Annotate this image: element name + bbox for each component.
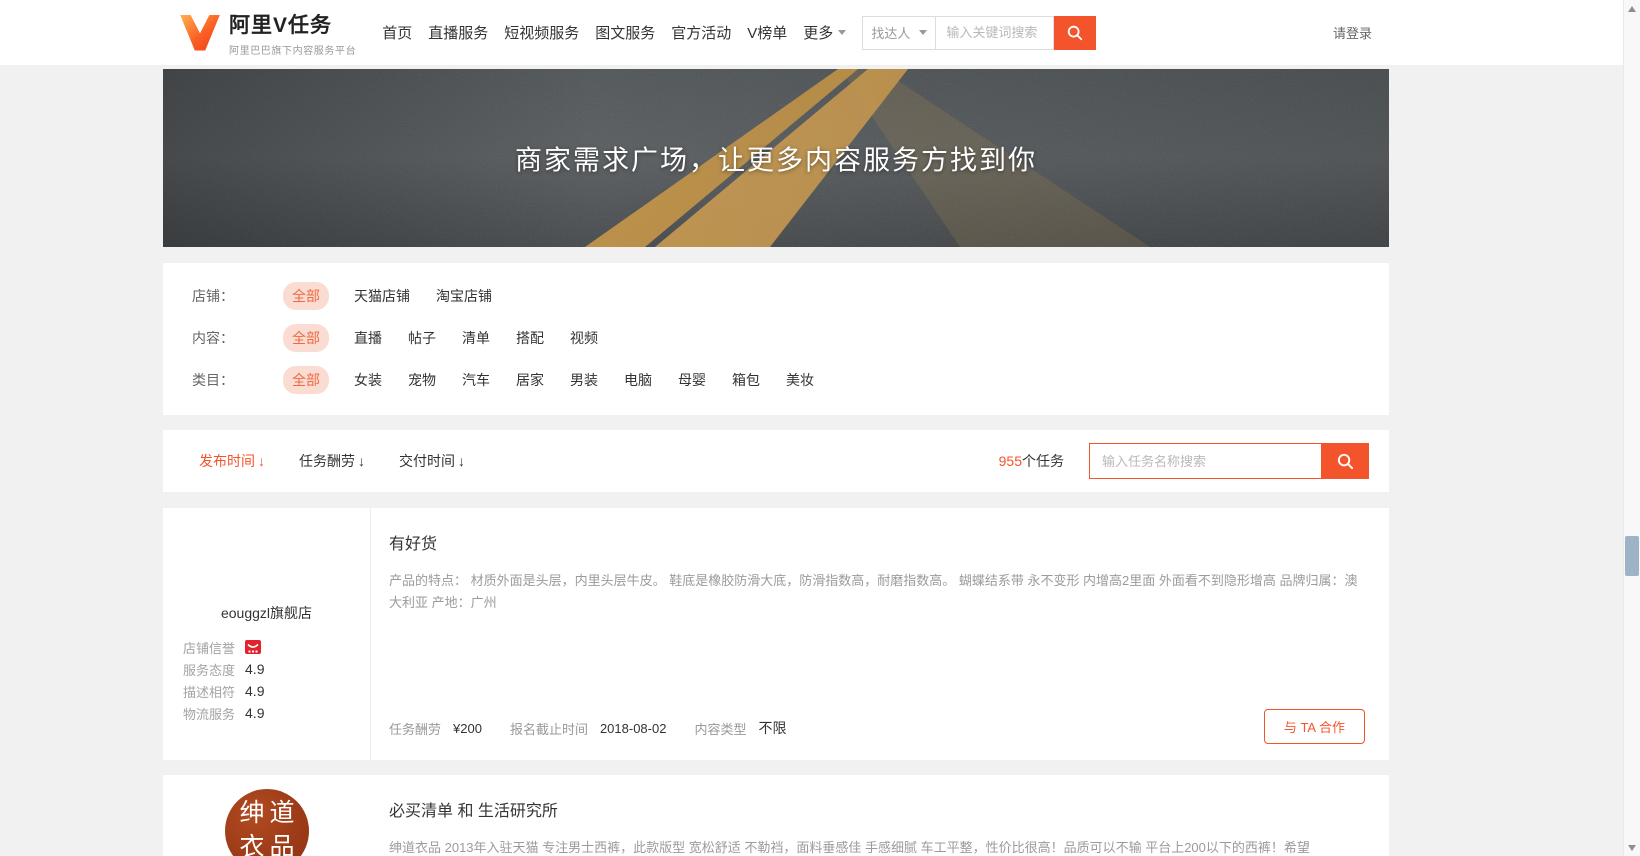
search-icon bbox=[1336, 452, 1355, 471]
task-title[interactable]: 有好货 bbox=[389, 530, 1365, 554]
filter-category-mens[interactable]: 男装 bbox=[570, 370, 598, 390]
meta-label: 内容类型 bbox=[694, 719, 746, 738]
nav-item-graphic[interactable]: 图文服务 bbox=[593, 18, 657, 47]
filter-category-pets[interactable]: 宠物 bbox=[408, 370, 436, 390]
filter-content-post[interactable]: 帖子 bbox=[408, 328, 436, 348]
filter-content-list[interactable]: 清单 bbox=[462, 328, 490, 348]
filter-row-shop: 店铺： 全部 天猫店铺 淘宝店铺 bbox=[192, 275, 1389, 317]
filter-category-computer[interactable]: 电脑 bbox=[624, 370, 652, 390]
filter-category-all[interactable]: 全部 bbox=[283, 366, 329, 394]
filter-category-cars[interactable]: 汽车 bbox=[462, 370, 490, 390]
shop-ratings: 店铺信誉 服务态度 4.9 bbox=[183, 639, 370, 721]
sort-desc-icon: ↓ bbox=[358, 453, 365, 469]
nav-item-live[interactable]: 直播服务 bbox=[426, 18, 490, 47]
scrollbar[interactable] bbox=[1623, 0, 1640, 856]
scrollbar-thumb[interactable] bbox=[1625, 536, 1639, 576]
task-description: 产品的特点： 材质外面是头层，内里头层牛皮。 鞋底是橡胶防滑大底，防滑指数高，耐… bbox=[389, 570, 1365, 614]
filter-category-baby[interactable]: 母婴 bbox=[678, 370, 706, 390]
filter-shop-taobao[interactable]: 淘宝店铺 bbox=[436, 286, 492, 306]
keyword-search-button[interactable] bbox=[1054, 16, 1096, 50]
login-link[interactable]: 请登录 bbox=[1333, 23, 1372, 42]
task-search bbox=[1089, 443, 1369, 479]
nav-item-home[interactable]: 首页 bbox=[380, 18, 414, 47]
rating-value: 4.9 bbox=[245, 661, 264, 677]
reputation-label: 店铺信誉 bbox=[183, 638, 235, 657]
search-category-select[interactable]: 找达人 bbox=[862, 16, 936, 50]
task-meta: 任务酬劳 ¥200 报名截止时间 2018-08-02 内容类型 不限 bbox=[389, 718, 786, 738]
shop-name[interactable]: eouggzl旗舰店 bbox=[163, 603, 370, 623]
main-nav: 首页 直播服务 短视频服务 图文服务 官方活动 V榜单 更多 bbox=[380, 18, 848, 47]
arrow-down-icon bbox=[1628, 845, 1636, 851]
rating-value: 4.9 bbox=[245, 705, 264, 721]
rating-label: 服务态度 bbox=[183, 660, 235, 679]
filter-shop-all[interactable]: 全部 bbox=[283, 282, 329, 310]
filter-content-live[interactable]: 直播 bbox=[354, 328, 382, 348]
sort-publish-time[interactable]: 发布时间 ↓ bbox=[199, 451, 265, 471]
shop-panel: eouggzl旗舰店 店铺信誉 服务态度 bbox=[163, 508, 371, 760]
task-detail: 有好货 产品的特点： 材质外面是头层，内里头层牛皮。 鞋底是橡胶防滑大底，防滑指… bbox=[371, 508, 1389, 760]
filter-panel: 店铺： 全部 天猫店铺 淘宝店铺 内容： 全部 直播 帖子 清单 搭配 视频 类… bbox=[163, 263, 1389, 415]
meta-value-reward: ¥200 bbox=[453, 721, 482, 736]
top-navigation-bar: 阿里V任务 阿里巴巴旗下内容服务平台 首页 直播服务 短视频服务 图文服务 官方… bbox=[0, 0, 1640, 66]
meta-value-deadline: 2018-08-02 bbox=[600, 721, 667, 736]
arrow-up-icon bbox=[1628, 6, 1636, 12]
task-card: eouggzl旗舰店 店铺信誉 服务态度 bbox=[163, 508, 1389, 760]
cooperate-button[interactable]: 与 TA 合作 bbox=[1264, 709, 1365, 744]
sort-toolbar: 发布时间 ↓ 任务酬劳 ↓ 交付时间 ↓ 955个任务 bbox=[163, 430, 1389, 492]
filter-content-all[interactable]: 全部 bbox=[283, 324, 329, 352]
filter-row-content: 内容： 全部 直播 帖子 清单 搭配 视频 bbox=[192, 317, 1389, 359]
filter-content-match[interactable]: 搭配 bbox=[516, 328, 544, 348]
nav-item-official[interactable]: 官方活动 bbox=[669, 18, 733, 47]
brand-title: 阿里V任务 bbox=[229, 9, 356, 39]
nav-item-shortvideo[interactable]: 短视频服务 bbox=[502, 18, 581, 47]
filter-label: 内容： bbox=[192, 328, 283, 348]
shop-seal-avatar[interactable]: 绅 道 衣 品 bbox=[225, 789, 309, 856]
meta-value-content-type: 不限 bbox=[758, 718, 786, 738]
chevron-down-icon bbox=[919, 30, 927, 35]
scroll-down-arrow[interactable] bbox=[1624, 839, 1640, 856]
filter-label: 类目： bbox=[192, 370, 283, 390]
filter-row-category: 类目： 全部 女装 宠物 汽车 居家 男装 电脑 母婴 箱包 美妆 bbox=[192, 359, 1389, 401]
site-logo[interactable]: 阿里V任务 阿里巴巴旗下内容服务平台 bbox=[180, 9, 356, 57]
scroll-up-arrow[interactable] bbox=[1624, 0, 1640, 17]
rating-label: 物流服务 bbox=[183, 704, 235, 723]
filter-shop-tmall[interactable]: 天猫店铺 bbox=[354, 286, 410, 306]
chevron-down-icon bbox=[838, 30, 846, 35]
task-count: 955个任务 bbox=[999, 451, 1064, 471]
sort-desc-icon: ↓ bbox=[258, 453, 265, 469]
meta-label: 报名截止时间 bbox=[510, 719, 588, 738]
nav-item-vranking[interactable]: V榜单 bbox=[745, 18, 789, 47]
header-search: 找达人 bbox=[862, 16, 1096, 50]
page: 阿里V任务 阿里巴巴旗下内容服务平台 首页 直播服务 短视频服务 图文服务 官方… bbox=[0, 0, 1640, 856]
tmall-badge-icon bbox=[245, 640, 261, 654]
logo-v-icon bbox=[180, 15, 220, 51]
task-search-button[interactable] bbox=[1321, 443, 1369, 479]
filter-category-home[interactable]: 居家 bbox=[516, 370, 544, 390]
nav-item-more[interactable]: 更多 bbox=[801, 18, 848, 47]
brand-subtitle: 阿里巴巴旗下内容服务平台 bbox=[229, 42, 356, 57]
filter-category-bags[interactable]: 箱包 bbox=[732, 370, 760, 390]
filter-content-video[interactable]: 视频 bbox=[570, 328, 598, 348]
sort-delivery-time[interactable]: 交付时间 ↓ bbox=[399, 451, 465, 471]
banner-title: 商家需求广场，让更多内容服务方找到你 bbox=[163, 139, 1389, 178]
rating-label: 描述相符 bbox=[183, 682, 235, 701]
search-icon bbox=[1066, 24, 1084, 42]
sort-desc-icon: ↓ bbox=[458, 453, 465, 469]
hero-banner: 商家需求广场，让更多内容服务方找到你 bbox=[163, 69, 1389, 247]
sort-reward[interactable]: 任务酬劳 ↓ bbox=[299, 451, 365, 471]
meta-label: 任务酬劳 bbox=[389, 719, 441, 738]
keyword-search-input[interactable] bbox=[936, 16, 1054, 50]
task-detail: 必买清单 和 生活研究所 绅道衣品 2013年入驻天猫 专注男士西裤，此款版型 … bbox=[371, 775, 1389, 856]
task-search-input[interactable] bbox=[1089, 443, 1321, 479]
filter-category-womens[interactable]: 女装 bbox=[354, 370, 382, 390]
rating-value: 4.9 bbox=[245, 683, 264, 699]
shop-panel: 绅 道 衣 品 bbox=[163, 775, 371, 856]
filter-category-beauty[interactable]: 美妆 bbox=[786, 370, 814, 390]
task-description: 绅道衣品 2013年入驻天猫 专注男士西裤，此款版型 宽松舒适 不勒裆，面料垂感… bbox=[389, 837, 1365, 856]
task-card: 绅 道 衣 品 必买清单 和 生活研究所 绅道衣品 2013年入驻天猫 专注男士… bbox=[163, 775, 1389, 856]
filter-label: 店铺： bbox=[192, 286, 283, 306]
task-title[interactable]: 必买清单 和 生活研究所 bbox=[389, 797, 1365, 821]
